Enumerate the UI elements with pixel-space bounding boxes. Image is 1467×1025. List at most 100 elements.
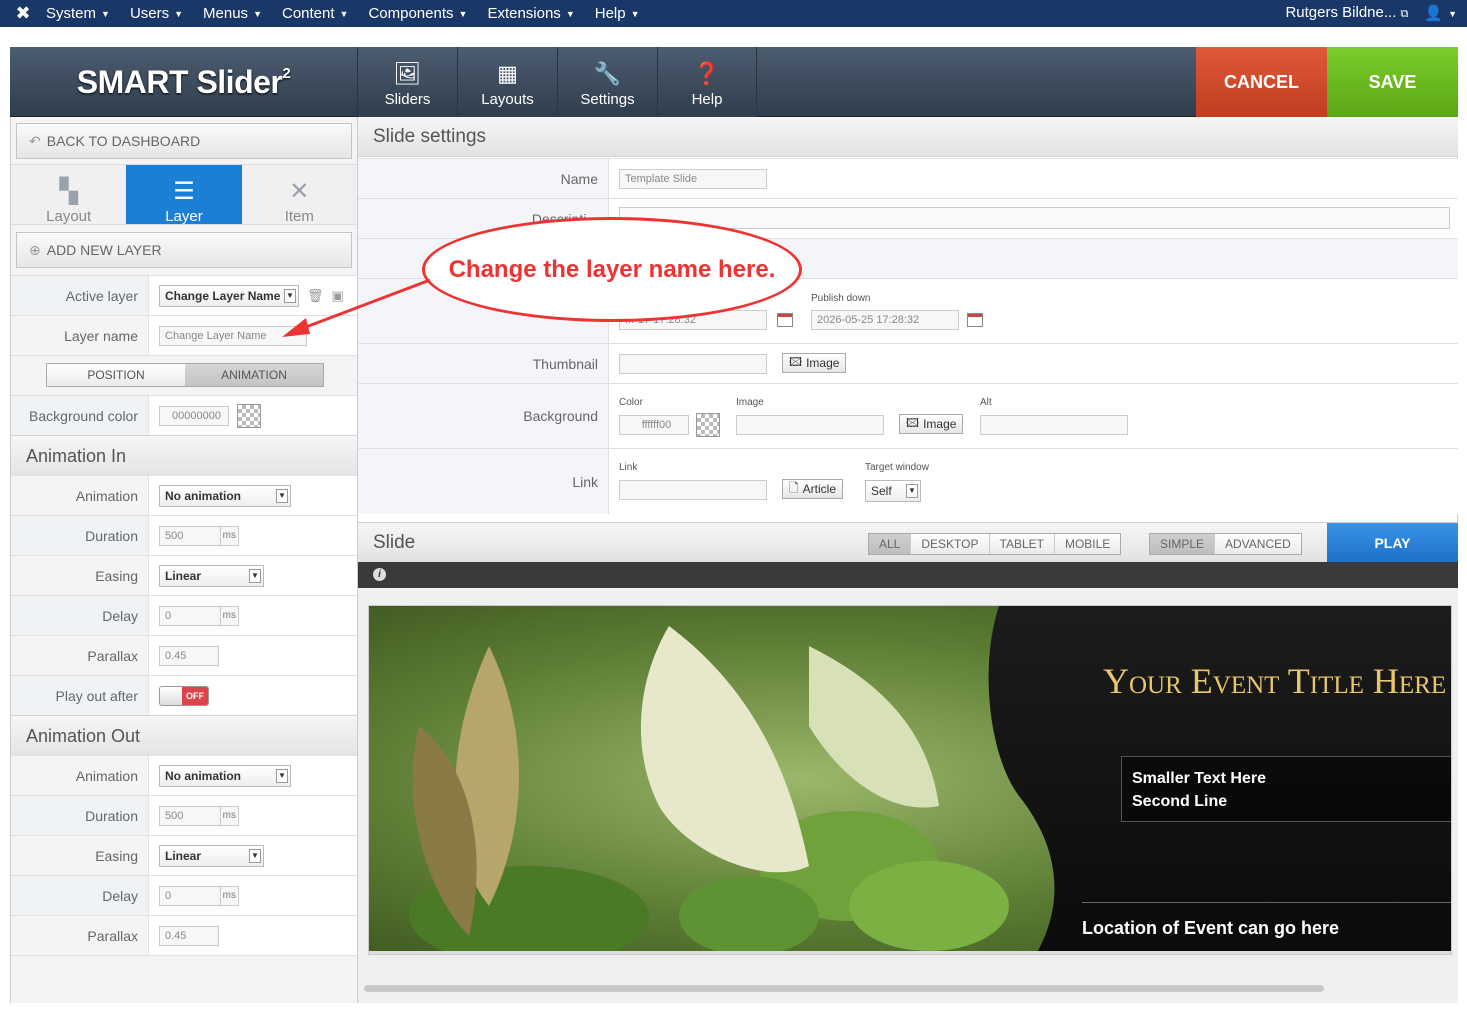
nav-layouts-button[interactable]: ▦ Layouts [457, 47, 557, 117]
anim-in-easing-select[interactable]: Linear ▼ [159, 564, 264, 587]
wrench-icon: 🔧 [593, 61, 622, 86]
anim-in-animation-select[interactable]: No animation ▼ [159, 484, 291, 507]
bg-color-input[interactable]: 00000000 [159, 405, 229, 426]
layer-name-label: Layer name [64, 327, 138, 344]
anim-out-parallax-row: Parallax 0.45 [11, 915, 357, 956]
menu-menus[interactable]: Menus ▼ [203, 5, 262, 22]
anim-in-animation-row: Animation No animation ▼ [11, 475, 357, 516]
anim-in-parallax-input[interactable]: 0.45 [159, 645, 219, 666]
bg-color-field[interactable]: ffffff00 [619, 415, 689, 435]
joomla-icon[interactable]: ✖ [0, 3, 46, 24]
anim-out-parallax-input[interactable]: 0.45 [159, 925, 219, 946]
anim-out-easing-row: Easing Linear ▼ [11, 835, 357, 876]
anim-in-delay-input[interactable]: 0 ms [159, 605, 239, 626]
chevron-down-icon: ▼ [249, 848, 261, 863]
event-title[interactable]: Your Event Title Here [1103, 660, 1446, 702]
save-button[interactable]: SAVE [1327, 47, 1458, 117]
calendar-icon[interactable] [777, 313, 793, 327]
animation-in-header: Animation In [11, 435, 357, 475]
device-tablet[interactable]: TABLET [989, 534, 1055, 554]
left-panel: ↶ BACK TO DASHBOARD ▚ Layout ☰ Layer ✕ Item … [10, 117, 358, 1003]
menu-system[interactable]: System ▼ [46, 5, 110, 22]
color-picker[interactable] [237, 403, 261, 428]
thumbnail-input[interactable] [619, 354, 767, 374]
play-out-after-row: Play out after OFF [11, 675, 357, 716]
smart-slider-logo: SMART Slider 2 [76, 63, 291, 100]
menu-users[interactable]: Users ▼ [130, 5, 183, 22]
anim-out-animation-select[interactable]: No animation ▼ [159, 764, 291, 787]
back-to-dashboard-button[interactable]: ↶ BACK TO DASHBOARD [16, 123, 352, 159]
layout-icon: ▚ [59, 178, 78, 205]
anim-in-duration-input[interactable]: 500 ms [159, 525, 239, 546]
anim-out-delay-input[interactable]: 0 ms [159, 885, 239, 906]
background-row: Background Color ffffff00 Image 🖾 Image A… [358, 383, 1458, 448]
topbar-right: Rutgers Bildne... ⧉ 👤 ▼ [1285, 4, 1457, 22]
position-tab[interactable]: POSITION [47, 364, 185, 386]
link-row: Link Link 🗋 Article Target window Self ▼ [358, 448, 1458, 514]
play-out-after-toggle[interactable]: OFF [159, 685, 209, 706]
question-icon: ❓ [693, 61, 721, 86]
menu-help[interactable]: Help ▼ [595, 5, 640, 22]
chevron-down-icon: ▼ [906, 484, 918, 498]
info-bar: i [358, 562, 1458, 588]
nav-settings-button[interactable]: 🔧 Settings [557, 47, 657, 117]
anim-in-duration-row: Duration 500 ms [11, 515, 357, 556]
animation-tab[interactable]: ANIMATION [185, 364, 323, 386]
layers-icon: ☰ [173, 178, 195, 205]
play-button[interactable]: PLAY [1327, 523, 1458, 563]
menu-content[interactable]: Content ▼ [282, 5, 348, 22]
slide-title: Slide [373, 532, 416, 553]
publish-down-input[interactable]: 2026-05-25 17:28:32 [811, 310, 959, 330]
slide-settings-header: Slide settings [358, 117, 1458, 157]
info-icon[interactable]: i [373, 568, 386, 581]
layout-icon: ▦ [497, 61, 518, 86]
bg-color-label: Background color [29, 407, 138, 424]
tools-icon: ✕ [289, 178, 310, 205]
thumbnail-image-button[interactable]: 🖾 Image [782, 353, 847, 373]
link-input[interactable] [619, 480, 767, 500]
tab-layer[interactable]: ☰ Layer [126, 165, 242, 225]
admin-topbar: ✖ System ▼ Users ▼ Menus ▼ Content ▼ Compone… [0, 0, 1467, 27]
device-switch: ALL DESKTOP TABLET MOBILE [868, 533, 1122, 555]
color-picker[interactable] [696, 413, 720, 437]
device-all[interactable]: ALL [869, 534, 912, 554]
bg-image-input[interactable] [736, 415, 884, 435]
article-button[interactable]: 🗋 Article [782, 479, 843, 499]
left-tabs: ▚ Layout ☰ Layer ✕ Item [11, 164, 357, 225]
chevron-down-icon: ▼ [276, 488, 288, 503]
nav-sliders-button[interactable]: 🖼 Sliders [357, 47, 457, 117]
bg-image-button[interactable]: 🖾 Image [899, 414, 964, 434]
mode-switch: SIMPLE ADVANCED [1149, 533, 1302, 555]
horizontal-scrollbar[interactable] [364, 985, 1324, 992]
device-desktop[interactable]: DESKTOP [911, 534, 990, 554]
slide-name-input[interactable]: Template Slide [619, 169, 767, 189]
menu-extensions[interactable]: Extensions ▼ [487, 5, 574, 22]
mode-advanced[interactable]: ADVANCED [1215, 534, 1301, 554]
user-menu[interactable]: 👤 ▼ [1424, 4, 1457, 22]
bg-alt-input[interactable] [980, 415, 1128, 435]
tab-item[interactable]: ✕ Item [241, 165, 357, 225]
site-link[interactable]: Rutgers Bildne... ⧉ [1285, 4, 1408, 22]
nav-help-button[interactable]: ❓ Help [657, 47, 757, 117]
image-icon: 🖼 [393, 61, 422, 86]
location-text[interactable]: Location of Event can go here [1082, 918, 1339, 939]
text-box[interactable]: Smaller Text Here Second Line [1121, 756, 1451, 822]
slide-preview[interactable]: Your Event Title Here Smaller Text Here … [368, 605, 1452, 955]
description-textarea[interactable] [619, 207, 1450, 229]
person-icon: 👤 [1424, 5, 1444, 22]
anim-out-duration-input[interactable]: 500 ms [159, 805, 239, 826]
tab-layout[interactable]: ▚ Layout [11, 165, 127, 225]
cancel-button[interactable]: CANCEL [1196, 47, 1327, 117]
admin-menu: System ▼ Users ▼ Menus ▼ Content ▼ Component… [46, 5, 660, 22]
calendar-icon[interactable] [967, 313, 983, 327]
back-arrow-icon: ↶ [29, 132, 41, 149]
target-window-select[interactable]: Self ▼ [865, 480, 921, 502]
anim-out-easing-select[interactable]: Linear ▼ [159, 844, 264, 867]
anim-out-duration-row: Duration 500 ms [11, 795, 357, 836]
menu-components[interactable]: Components ▼ [368, 5, 467, 22]
plus-circle-icon: ⊕ [29, 241, 41, 258]
image-icon: 🖾 [906, 415, 920, 430]
bg-color-row: Background color 00000000 [11, 395, 357, 436]
device-mobile[interactable]: MOBILE [1054, 534, 1121, 554]
mode-simple[interactable]: SIMPLE [1150, 534, 1216, 554]
